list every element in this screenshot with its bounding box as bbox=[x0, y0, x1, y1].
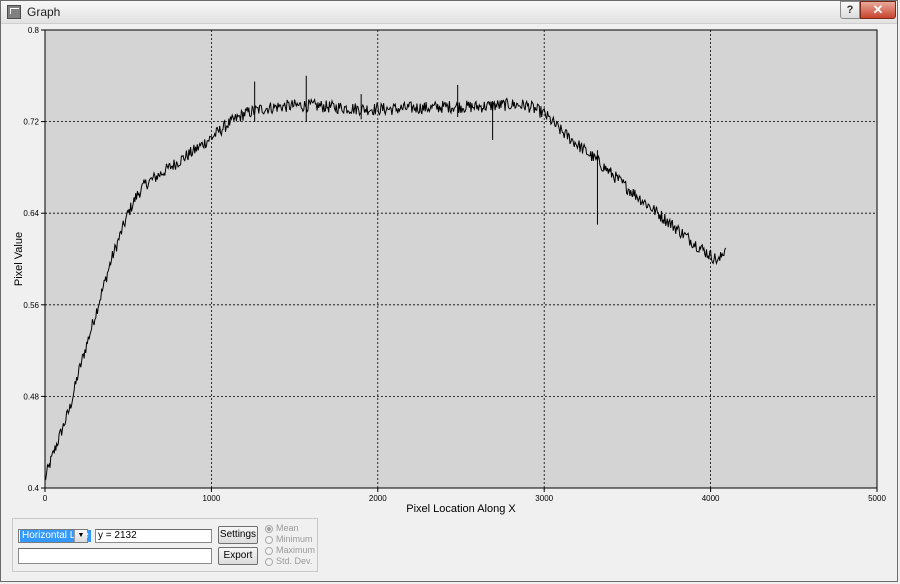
radio-std-dev[interactable]: Std. Dev. bbox=[265, 556, 312, 567]
radio-std-dev-label: Std. Dev. bbox=[276, 556, 313, 566]
position-input[interactable]: y = 2132 bbox=[95, 529, 212, 543]
y-tick-label: 0.4 bbox=[28, 484, 40, 493]
graph-window-icon bbox=[7, 5, 21, 19]
window-title: Graph bbox=[27, 5, 61, 19]
y-tick-label: 0.72 bbox=[23, 118, 39, 127]
y-axis-label: Pixel Value bbox=[13, 232, 25, 286]
secondary-input[interactable] bbox=[18, 548, 212, 564]
y-tick-label: 0.64 bbox=[23, 209, 39, 218]
y-tick-label: 0.48 bbox=[23, 392, 39, 401]
title-bar[interactable]: Graph ? ✕ bbox=[1, 1, 897, 24]
plot-area bbox=[45, 30, 877, 488]
radio-maximum-label: Maximum bbox=[276, 545, 316, 555]
x-tick-label: 4000 bbox=[702, 494, 720, 503]
radio-minimum-label: Minimum bbox=[276, 534, 313, 544]
export-button[interactable]: Export bbox=[218, 547, 258, 565]
chevron-down-icon[interactable]: ▼ bbox=[74, 530, 87, 542]
x-tick-label: 2000 bbox=[369, 494, 387, 503]
radio-mean-indicator[interactable] bbox=[265, 524, 273, 533]
mode-select[interactable]: Horizontal Line ▼ bbox=[18, 529, 91, 543]
radio-maximum[interactable]: Maximum bbox=[265, 545, 315, 556]
x-tick-label: 0 bbox=[43, 494, 48, 503]
x-tick-label: 5000 bbox=[868, 494, 886, 503]
radio-maximum-indicator[interactable] bbox=[265, 546, 273, 555]
close-button[interactable]: ✕ bbox=[860, 1, 896, 19]
pixel-value-chart: 0 1000 2000 3000 4000 5000 0.4 0.48 0.56 0.64 0.72… bbox=[13, 26, 886, 515]
radio-minimum[interactable]: Minimum bbox=[265, 534, 313, 545]
radio-mean[interactable]: Mean bbox=[265, 523, 299, 534]
y-tick-label: 0.56 bbox=[23, 301, 39, 310]
radio-minimum-indicator[interactable] bbox=[265, 535, 273, 544]
radio-mean-label: Mean bbox=[276, 523, 299, 533]
x-tick-label: 3000 bbox=[535, 494, 553, 503]
radio-std-dev-indicator[interactable] bbox=[265, 557, 273, 566]
y-tick-label: 0.8 bbox=[28, 26, 40, 35]
x-axis-label: Pixel Location Along X bbox=[406, 503, 516, 515]
help-button[interactable]: ? bbox=[840, 1, 860, 19]
settings-button[interactable]: Settings bbox=[218, 526, 258, 544]
x-tick-label: 1000 bbox=[203, 494, 221, 503]
